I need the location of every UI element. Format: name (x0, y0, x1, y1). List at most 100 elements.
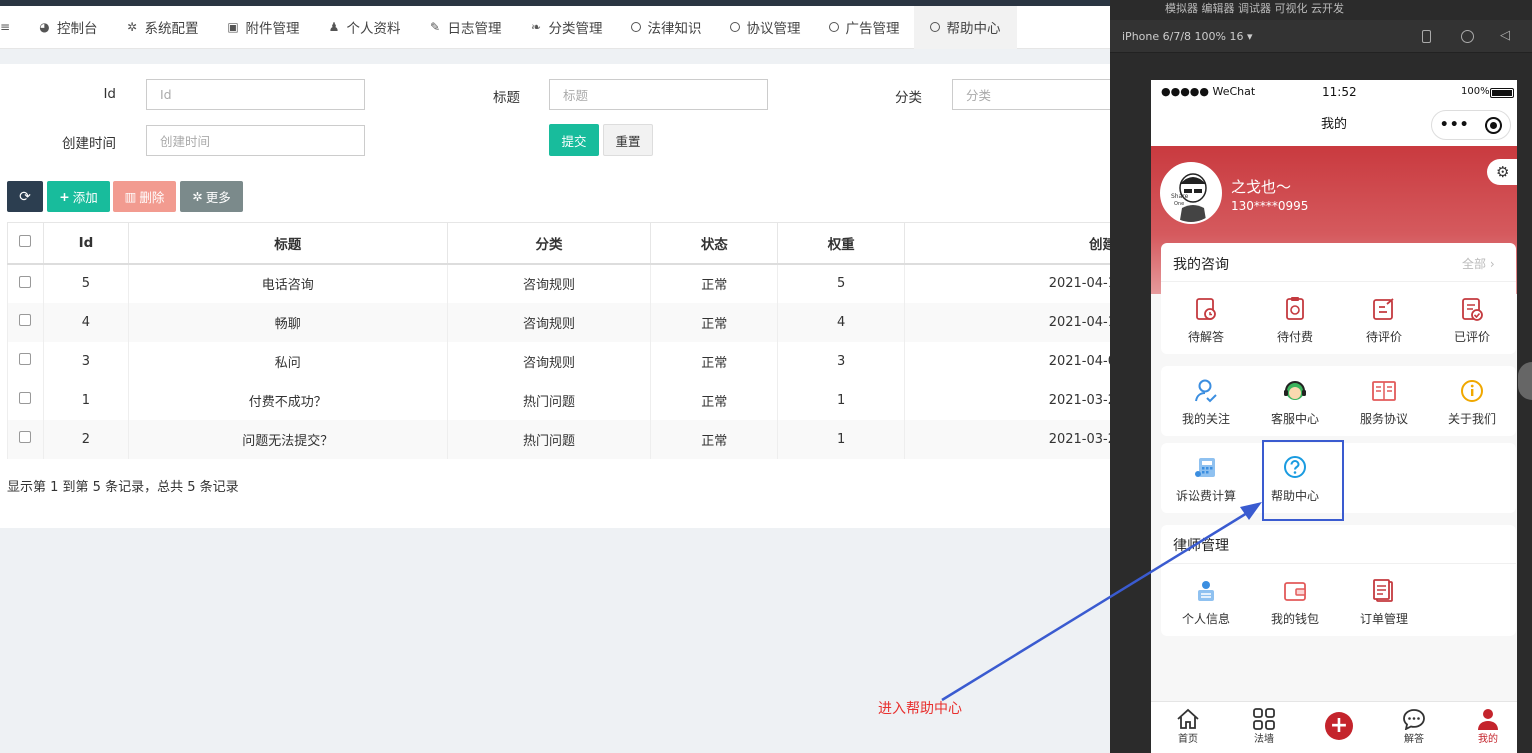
cell-created: 2021-04-1 (904, 302, 1110, 342)
more-dots-icon[interactable]: ••• (1440, 117, 1470, 133)
service-customer-center[interactable]: 客服中心 (1250, 378, 1340, 427)
more-button[interactable]: ✲ 更多 (180, 181, 243, 212)
edit-note-icon (1373, 298, 1394, 320)
consult-all-label: 全部 (1462, 257, 1487, 271)
tabbar-home[interactable]: 首页 (1158, 708, 1218, 745)
doc-check-icon (1462, 298, 1483, 321)
tabbar-law-wall[interactable]: 法墙 (1234, 708, 1294, 745)
service-follow[interactable]: 我的关注 (1161, 378, 1251, 427)
table-row[interactable]: 5 电话咨询 咨询规则 正常 5 2021-04-1 (7, 263, 1110, 303)
menu-toggle-icon[interactable]: ≡ (0, 6, 10, 49)
col-header-title[interactable]: 标题 (127, 222, 448, 265)
tab-dashboard[interactable]: ◕ 控制台 (10, 6, 112, 49)
close-target-icon[interactable] (1485, 116, 1503, 134)
scroll-handle[interactable] (1518, 362, 1532, 400)
table-row[interactable]: 3 私问 咨询规则 正常 3 2021-04-0 (7, 341, 1110, 381)
cell-weight: 1 (777, 380, 906, 420)
tab-help-center[interactable]: 帮助中心 (913, 5, 1017, 49)
service-about-us[interactable]: 关于我们 (1427, 378, 1517, 427)
consult-reviewed[interactable]: 已评价 (1427, 296, 1517, 345)
plus-icon: + (59, 189, 70, 204)
row-checkbox[interactable] (19, 392, 32, 404)
svg-text:One: One (1174, 201, 1184, 207)
lawyer-title: 律师管理 (1173, 538, 1229, 554)
record-icon[interactable] (1461, 30, 1474, 43)
trash-icon: ▥ (124, 189, 137, 204)
created-input[interactable]: 创建时间 (146, 125, 365, 156)
svg-text:Share: Share (1171, 193, 1189, 200)
cell-category: 热门问题 (446, 419, 652, 459)
lawyer-orders[interactable]: 订单管理 (1339, 578, 1429, 627)
tool-label: 诉讼费计算 (1175, 489, 1236, 503)
service-label: 关于我们 (1447, 412, 1496, 426)
tab-logs[interactable]: ✎ 日志管理 (415, 6, 516, 49)
settings-button[interactable]: ⚙ (1487, 159, 1517, 185)
cell-id: 2 (42, 419, 129, 459)
cell-weight: 3 (777, 341, 906, 381)
tab-label: 个人资料 (346, 21, 401, 37)
tabbar-add[interactable]: + (1309, 712, 1369, 740)
avatar[interactable]: Share One (1160, 162, 1222, 224)
tab-agreements[interactable]: 协议管理 (716, 6, 815, 49)
row-checkbox[interactable] (19, 314, 32, 326)
category-label: 分类 (895, 90, 922, 106)
title-input[interactable]: 标题 (549, 79, 768, 110)
add-button[interactable]: + 添加 (47, 181, 110, 212)
table-row[interactable]: 2 问题无法提交？ 热门问题 正常 1 2021-03-2 (7, 419, 1110, 459)
consult-pending-payment[interactable]: 待付费 (1250, 296, 1340, 345)
consult-item-label: 待解答 (1187, 330, 1224, 344)
select-all-checkbox[interactable] (19, 234, 32, 247)
lawyer-wallet[interactable]: 我的钱包 (1250, 578, 1340, 627)
phone-status-bar: ●●●●● WeChat 11:52 100% (1151, 80, 1517, 104)
mini-program-capsule[interactable]: ••• (1431, 110, 1511, 140)
tab-legal-knowledge[interactable]: 法律知识 (617, 6, 716, 49)
col-header-id[interactable]: Id (42, 222, 129, 265)
tab-attachments[interactable]: ▣ 附件管理 (213, 6, 314, 49)
tab-system-config[interactable]: ✲ 系统配置 (112, 6, 213, 49)
col-header-created[interactable]: 创建 (904, 222, 1110, 265)
id-input[interactable]: Id (146, 79, 365, 110)
tool-litigation-fee[interactable]: 诉讼费计算 (1161, 455, 1251, 504)
row-checkbox[interactable] (19, 275, 32, 288)
created-label: 创建时间 (62, 136, 116, 152)
submit-button[interactable]: 提交 (549, 124, 599, 156)
table-row[interactable]: 4 畅聊 咨询规则 正常 4 2021-04-1 (7, 302, 1110, 342)
volume-icon[interactable]: ◁ (1500, 28, 1510, 43)
headset-icon (1284, 381, 1306, 400)
tab-profile[interactable]: ♟ 个人资料 (314, 6, 415, 49)
consult-pending-answer[interactable]: 待解答 (1161, 296, 1251, 345)
col-header-status[interactable]: 状态 (650, 222, 779, 265)
cell-category: 咨询规则 (446, 263, 652, 303)
consult-pending-review[interactable]: 待评价 (1339, 296, 1429, 345)
table-header-row: Id 标题 分类 状态 权重 创建 (7, 222, 1110, 265)
category-input[interactable]: 分类 (952, 79, 1110, 110)
phone-rotate-icon[interactable] (1422, 30, 1431, 43)
service-label: 服务协议 (1359, 412, 1408, 426)
tab-categories[interactable]: ❧ 分类管理 (516, 6, 617, 49)
tab-label: 附件管理 (245, 21, 300, 37)
row-checkbox[interactable] (19, 431, 32, 443)
data-table: Id 标题 分类 状态 权重 创建 5 电话咨询 咨询规则 正常 5 2021-… (7, 222, 1110, 459)
refresh-button[interactable]: ⟳ (7, 181, 43, 212)
tabbar-answers[interactable]: 解答 (1384, 708, 1444, 745)
cell-status: 正常 (650, 302, 779, 342)
cell-id: 1 (42, 380, 129, 420)
reset-button[interactable]: 重置 (603, 124, 653, 156)
lawyer-personal-info[interactable]: 个人信息 (1161, 578, 1251, 627)
service-agreement[interactable]: 服务协议 (1339, 378, 1429, 427)
tab-ads[interactable]: 广告管理 (815, 6, 914, 49)
row-checkbox[interactable] (19, 353, 32, 365)
delete-button[interactable]: ▥ 删除 (113, 181, 176, 212)
tabbar-mine[interactable]: 我的 (1458, 708, 1517, 745)
gear-icon: ⚙ (1496, 163, 1510, 181)
col-header-weight[interactable]: 权重 (777, 222, 906, 265)
tab-label: 分类管理 (548, 21, 603, 37)
consult-all-link[interactable]: 全部 › (1462, 255, 1495, 272)
lawyer-item-label: 我的钱包 (1270, 612, 1319, 626)
plus-circle-icon: + (1325, 712, 1353, 740)
lawyer-item-label: 订单管理 (1359, 612, 1408, 626)
tab-label: 控制台 (57, 21, 98, 37)
col-header-category[interactable]: 分类 (446, 222, 652, 265)
device-selector[interactable]: iPhone 6/7/8 100% 16 ▾ (1122, 30, 1253, 43)
table-row[interactable]: 1 付费不成功？ 热门问题 正常 1 2021-03-2 (7, 380, 1110, 420)
